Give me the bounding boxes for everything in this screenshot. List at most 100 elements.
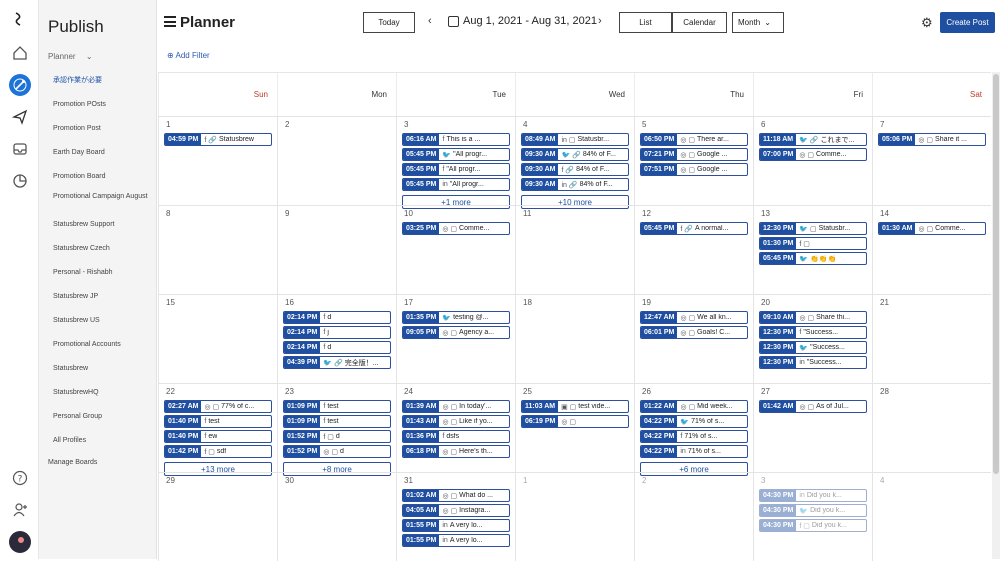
scheduled-post[interactable]: 06:01 PM ◎ ▢ Goals! C...: [640, 326, 748, 339]
calendar-day-cell[interactable]: 2: [277, 116, 396, 205]
settings-gear-icon[interactable]: ⚙: [921, 15, 933, 31]
sidebar-item[interactable]: Promotion Board: [53, 172, 155, 181]
scheduled-post[interactable]: 07:21 PM ◎ ▢ Google ...: [640, 148, 748, 161]
help-icon[interactable]: ?: [9, 467, 31, 489]
calendar-day-cell[interactable]: 3 06:16 AM f This is a ... 05:45 PM 🐦 "All pro…: [396, 116, 515, 209]
scheduled-post[interactable]: 09:30 AM in 🔗 84% of F...: [521, 178, 629, 191]
menu-icon[interactable]: [164, 16, 176, 27]
calendar-day-cell[interactable]: 21: [872, 294, 991, 383]
calendar-day-cell[interactable]: 1 04:59 PM f 🔗 Statusbrew: [158, 116, 277, 205]
scheduled-post[interactable]: 02:14 PM f j: [283, 326, 391, 339]
calendar-day-cell[interactable]: 5 06:50 PM ◎ ▢ There ar... 07:21 PM ◎ ▢ Google…: [634, 116, 753, 205]
avatar[interactable]: [9, 531, 31, 553]
calendar-day-cell[interactable]: 1: [515, 472, 634, 561]
scheduled-post[interactable]: 04:39 PM 🐦 🔗 完全版！...: [283, 356, 391, 369]
sidebar-item[interactable]: 承認作業が必要: [53, 76, 155, 85]
scheduled-post[interactable]: 05:45 PM f 🔗 A normal...: [640, 222, 748, 235]
sidebar-item[interactable]: StatusbrewHQ: [53, 388, 155, 397]
list-view-button[interactable]: List: [619, 12, 672, 33]
scheduled-post[interactable]: 04:22 PM in 71% of s...: [640, 445, 748, 458]
sidebar-item[interactable]: Promotion POsts: [53, 100, 155, 109]
today-button[interactable]: Today: [363, 12, 415, 33]
add-filter-button[interactable]: ⊕ Add Filter: [167, 51, 210, 60]
scheduled-post[interactable]: 01:43 AM ◎ ▢ Like if yo...: [402, 415, 510, 428]
date-range[interactable]: Aug 1, 2021 - Aug 31, 2021: [463, 15, 597, 27]
scheduled-post[interactable]: 04:30 PM f ▢ Did you k...: [759, 519, 867, 532]
calendar-day-cell[interactable]: 12 05:45 PM f 🔗 A normal...: [634, 205, 753, 294]
sidebar-item[interactable]: Personal - Rishabh: [53, 268, 155, 277]
scheduled-post[interactable]: 04:05 AM ◎ ▢ Instagra...: [402, 504, 510, 517]
next-arrow-icon[interactable]: ›: [598, 15, 602, 27]
analytics-icon[interactable]: [9, 170, 31, 192]
vertical-scrollbar[interactable]: [992, 72, 1000, 559]
scheduled-post[interactable]: 05:06 PM ◎ ▢ Share it ...: [878, 133, 986, 146]
scheduled-post[interactable]: 04:30 PM 🐦 Did you k...: [759, 504, 867, 517]
create-post-button[interactable]: Create Post: [940, 12, 995, 33]
scheduled-post[interactable]: 01:52 PM f ▢ d: [283, 430, 391, 443]
scheduled-post[interactable]: 05:45 PM in "All progr...: [402, 178, 510, 191]
scheduled-post[interactable]: 12:30 PM in "Success...: [759, 356, 867, 369]
month-select[interactable]: Month ⌄: [732, 12, 784, 33]
calendar-day-cell[interactable]: 26 01:22 AM ◎ ▢ Mid week... 04:22 PM 🐦 71% of …: [634, 383, 753, 476]
calendar-day-cell[interactable]: 25 11:03 AM ▣ ▢ test vide... 06:19 PM ◎ ▢: [515, 383, 634, 472]
calendar-view-button[interactable]: Calendar: [672, 12, 727, 33]
calendar-day-cell[interactable]: 24 01:39 AM ◎ ▢ In today'... 01:43 AM ◎ ▢ Like…: [396, 383, 515, 472]
inbox-icon[interactable]: [9, 138, 31, 160]
calendar-day-cell[interactable]: 17 01:35 PM 🐦 testing @... 09:05 PM ◎ ▢ Agency…: [396, 294, 515, 383]
scheduled-post[interactable]: 09:30 AM 🐦 🔗 84% of F...: [521, 148, 629, 161]
sidebar-item[interactable]: All Profiles: [53, 436, 155, 445]
calendar-day-cell[interactable]: 18: [515, 294, 634, 383]
calendar-day-cell[interactable]: 2: [634, 472, 753, 561]
publish-icon[interactable]: [9, 74, 31, 96]
scheduled-post[interactable]: 08:49 AM in ▢ Statusbr...: [521, 133, 629, 146]
home-icon[interactable]: [9, 42, 31, 64]
scheduled-post[interactable]: 06:19 PM ◎ ▢: [521, 415, 629, 428]
calendar-day-cell[interactable]: 29: [158, 472, 277, 561]
calendar-day-cell[interactable]: 13 12:30 PM 🐦 ▢ Statusbr... 01:30 PM f ▢ 05:45…: [753, 205, 872, 294]
calendar-day-cell[interactable]: 9: [277, 205, 396, 294]
scheduled-post[interactable]: 12:30 PM f "Success...: [759, 326, 867, 339]
calendar-day-cell[interactable]: 14 01:30 AM ◎ ▢ Comme...: [872, 205, 991, 294]
sidebar-item[interactable]: Personal Group: [53, 412, 155, 421]
sidebar-item[interactable]: Statusbrew Czech: [53, 244, 155, 253]
scheduled-post[interactable]: 01:40 PM f test: [164, 415, 272, 428]
calendar-day-cell[interactable]: 30: [277, 472, 396, 561]
scheduled-post[interactable]: 01:55 PM in A very lo...: [402, 519, 510, 532]
scheduled-post[interactable]: 11:18 AM 🐦 🔗 これまで...: [759, 133, 867, 146]
scheduled-post[interactable]: 09:30 AM f 🔗 84% of F...: [521, 163, 629, 176]
scheduled-post[interactable]: 04:30 PM in Did you k...: [759, 489, 867, 502]
scheduled-post[interactable]: 01:02 AM ◎ ▢ What do ...: [402, 489, 510, 502]
scheduled-post[interactable]: 01:42 AM ◎ ▢ As of Jul...: [759, 400, 867, 413]
scheduled-post[interactable]: 01:42 PM f ▢ sdf: [164, 445, 272, 458]
calendar-day-cell[interactable]: 15: [158, 294, 277, 383]
user-add-icon[interactable]: [9, 499, 31, 521]
scheduled-post[interactable]: 12:30 PM 🐦 ▢ Statusbr...: [759, 222, 867, 235]
scheduled-post[interactable]: 05:45 PM 🐦 👏👏👏: [759, 252, 867, 265]
calendar-day-cell[interactable]: 6 11:18 AM 🐦 🔗 これまで... 07:00 PM ◎ ▢ Comme...: [753, 116, 872, 205]
scheduled-post[interactable]: 04:59 PM f 🔗 Statusbrew: [164, 133, 272, 146]
statusbrew-logo-icon[interactable]: [9, 8, 31, 30]
scheduled-post[interactable]: 01:35 PM 🐦 testing @...: [402, 311, 510, 324]
scheduled-post[interactable]: 01:55 PM in A very lo...: [402, 534, 510, 547]
scheduled-post[interactable]: 04:22 PM 🐦 71% of s...: [640, 415, 748, 428]
calendar-day-cell[interactable]: 8: [158, 205, 277, 294]
sidebar-item[interactable]: Promotional Accounts: [53, 340, 155, 349]
scheduled-post[interactable]: 01:30 AM ◎ ▢ Comme...: [878, 222, 986, 235]
calendar-day-cell[interactable]: 31 01:02 AM ◎ ▢ What do ... 04:05 AM ◎ ▢ Insta…: [396, 472, 515, 561]
scheduled-post[interactable]: 01:40 PM f ew: [164, 430, 272, 443]
scheduled-post[interactable]: 01:09 PM f test: [283, 415, 391, 428]
calendar-day-cell[interactable]: 16 02:14 PM f d 02:14 PM f j 02:14 PM f d 04:39 PM…: [277, 294, 396, 383]
sidebar-item[interactable]: Promotional Campaign August: [53, 192, 155, 201]
scheduled-post[interactable]: 01:36 PM f dsfs: [402, 430, 510, 443]
planner-section[interactable]: Planner ⌄: [48, 52, 93, 61]
sidebar-item[interactable]: Statusbrew US: [53, 316, 155, 325]
scheduled-post[interactable]: 01:30 PM f ▢: [759, 237, 867, 250]
scheduled-post[interactable]: 05:45 PM f "All progr...: [402, 163, 510, 176]
sidebar-item[interactable]: Statusbrew JP: [53, 292, 155, 301]
calendar-day-cell[interactable]: 11: [515, 205, 634, 294]
scheduled-post[interactable]: 01:52 PM ◎ ▢ d: [283, 445, 391, 458]
calendar-day-cell[interactable]: 28: [872, 383, 991, 472]
scheduled-post[interactable]: 06:50 PM ◎ ▢ There ar...: [640, 133, 748, 146]
sidebar-item[interactable]: Statusbrew: [53, 364, 155, 373]
prev-arrow-icon[interactable]: ‹: [428, 15, 432, 27]
